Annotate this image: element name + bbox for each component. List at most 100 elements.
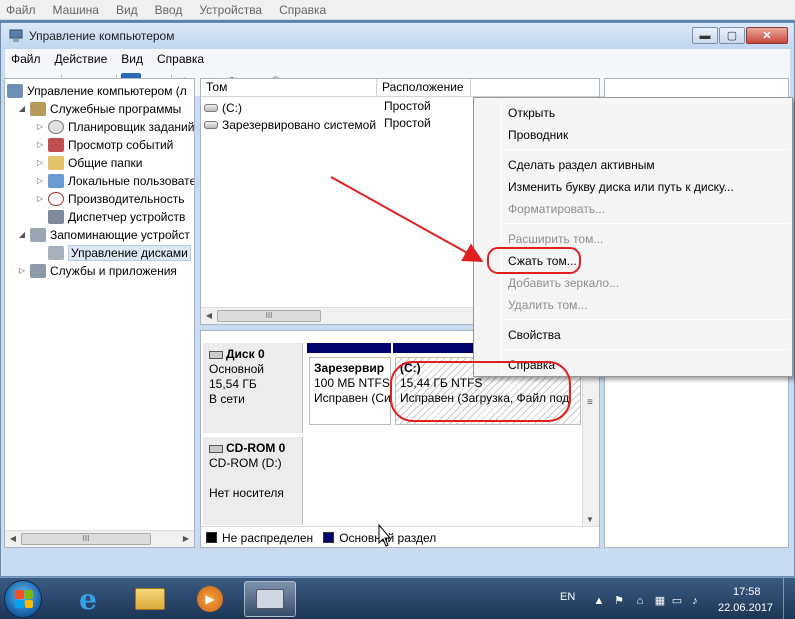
menu-file[interactable]: Файл xyxy=(11,52,41,66)
expand-arrow-icon[interactable]: ▷ xyxy=(35,176,45,185)
host-menu-machine[interactable]: Машина xyxy=(53,3,99,17)
menu-view[interactable]: Вид xyxy=(121,52,143,66)
context-menu: Открыть Проводник Сделать раздел активны… xyxy=(473,97,793,377)
action-center-flag-icon[interactable]: ⚑ xyxy=(613,595,625,607)
scroll-down-arrow-icon[interactable]: ▼ xyxy=(586,515,594,524)
device-manager-icon xyxy=(48,209,64,224)
expand-arrow-icon[interactable]: ▷ xyxy=(35,140,45,149)
legend-primary-swatch xyxy=(323,532,335,543)
taskbar-computer-management[interactable] xyxy=(244,581,296,617)
scroll-thumb[interactable]: III xyxy=(217,310,321,322)
start-button[interactable] xyxy=(4,580,42,618)
computer-icon xyxy=(7,83,23,98)
usb-device-icon[interactable]: ⌂ xyxy=(634,595,646,607)
collapse-arrow-icon[interactable]: ◢ xyxy=(17,104,27,113)
scroll-thumb[interactable]: III xyxy=(21,533,151,545)
scroll-left-arrow-icon[interactable]: ◀ xyxy=(7,533,19,545)
context-menu-separator xyxy=(504,349,790,350)
volume-list-header: Том Расположение xyxy=(201,79,599,97)
tree-item-device-manager[interactable]: Диспетчер устройств xyxy=(48,208,185,225)
title-bar[interactable]: Управление компьютером ▬ ▢ ✕ xyxy=(1,23,794,49)
context-menu-explorer[interactable]: Проводник xyxy=(508,125,568,145)
host-menu-input[interactable]: Ввод xyxy=(155,3,183,17)
column-header-volume[interactable]: Том xyxy=(201,79,377,97)
tree-item-disk-management[interactable]: Управление дисками xyxy=(48,244,191,261)
volume-row[interactable]: (C:) Простой xyxy=(201,99,469,116)
services-icon xyxy=(30,263,46,278)
tree-horizontal-scrollbar[interactable]: ◀ III ▶ xyxy=(5,530,194,547)
context-menu-mark-active[interactable]: Сделать раздел активным xyxy=(508,155,655,175)
taskbar-explorer[interactable] xyxy=(124,581,176,617)
host-menu-help[interactable]: Справка xyxy=(279,3,326,17)
tree-item-event-viewer[interactable]: ▷ Просмотр событий xyxy=(35,136,173,153)
media-player-icon: ▶ xyxy=(197,586,223,612)
taskbar-media-player[interactable]: ▶ xyxy=(184,581,236,617)
computer-management-icon xyxy=(256,589,284,609)
cdrom-0-label[interactable]: CD-ROM 0 CD-ROM (D:) Нет носителя xyxy=(203,437,303,525)
expand-arrow-icon[interactable]: ▷ xyxy=(17,266,27,275)
tree-item-storage[interactable]: ◢ Запоминающие устройст xyxy=(17,226,190,243)
folder-icon xyxy=(135,588,165,610)
expand-arrow-icon[interactable]: ▷ xyxy=(35,194,45,203)
column-header-layout[interactable]: Расположение xyxy=(377,79,471,97)
scroll-left-arrow-icon[interactable]: ◀ xyxy=(203,310,215,322)
context-menu-separator xyxy=(504,319,790,320)
partition-bar-reserved xyxy=(307,343,391,353)
menu-bar: Файл Действие Вид Справка xyxy=(5,49,790,69)
maximize-button[interactable]: ▢ xyxy=(719,27,745,44)
context-menu-properties[interactable]: Свойства xyxy=(508,325,561,345)
cdrom-icon xyxy=(209,444,223,453)
minimize-button[interactable]: ▬ xyxy=(692,27,718,44)
taskbar-internet-explorer[interactable]: e xyxy=(62,581,114,617)
partition-reserved[interactable]: Зарезервир 100 МБ NTFS Исправен (Си xyxy=(309,357,391,425)
taskbar: e ▶ EN ▲ ⚑ ⌂ ▦ ▭ ♪ 17:58 22.06.2017 xyxy=(0,577,795,619)
host-menu-devices[interactable]: Устройства xyxy=(199,3,262,17)
context-menu-open[interactable]: Открыть xyxy=(508,103,555,123)
menu-help[interactable]: Справка xyxy=(157,52,204,66)
disk-0-label[interactable]: Диск 0 Основной 15,54 ГБ В сети xyxy=(203,343,303,433)
clock-icon xyxy=(48,119,64,134)
tree-item-services-apps[interactable]: ▷ Службы и приложения xyxy=(17,262,177,279)
shared-folder-icon xyxy=(48,155,64,170)
display-icon[interactable]: ▭ xyxy=(671,595,683,607)
context-menu-format: Форматировать... xyxy=(508,202,606,216)
volume-row[interactable]: Зарезервировано системой Простой xyxy=(201,116,469,133)
performance-icon xyxy=(48,191,64,206)
scroll-grip-icon: ≡ xyxy=(587,397,593,408)
clock-date[interactable]: 22.06.2017 xyxy=(718,602,773,614)
expand-arrow-icon[interactable]: ▷ xyxy=(35,122,45,131)
context-menu-help[interactable]: Справка xyxy=(508,355,555,375)
disk-management-icon xyxy=(48,245,64,260)
context-menu-extend-volume: Расширить том... xyxy=(508,232,604,246)
menu-action[interactable]: Действие xyxy=(55,52,108,66)
disk-legend: Не распределен Основной раздел xyxy=(201,526,599,547)
context-menu-change-letter[interactable]: Изменить букву диска или путь к диску... xyxy=(508,177,734,197)
context-menu-add-mirror: Добавить зеркало... xyxy=(508,276,620,290)
expand-arrow-icon[interactable]: ▷ xyxy=(35,158,45,167)
network-icon[interactable]: ▦ xyxy=(654,595,666,607)
storage-icon xyxy=(30,227,46,242)
show-hidden-icons-arrow-icon[interactable]: ▲ xyxy=(593,595,605,607)
host-menu-bar: Файл Машина Вид Ввод Устройства Справка xyxy=(0,0,795,20)
host-menu-file[interactable]: Файл xyxy=(6,3,36,17)
language-indicator[interactable]: EN xyxy=(560,591,575,603)
context-menu-gutter xyxy=(501,100,502,374)
scroll-right-arrow-icon[interactable]: ▶ xyxy=(180,533,192,545)
tree-item-task-scheduler[interactable]: ▷ Планировщик заданий xyxy=(35,118,194,135)
tree-item-shared-folders[interactable]: ▷ Общие папки xyxy=(35,154,142,171)
close-button[interactable]: ✕ xyxy=(746,27,788,44)
tree-item-performance[interactable]: ▷ Производительность xyxy=(35,190,184,207)
tree-item-local-users[interactable]: ▷ Локальные пользовате xyxy=(35,172,194,189)
volume-icon[interactable]: ♪ xyxy=(689,595,701,607)
context-menu-shrink-volume[interactable]: Сжать том... xyxy=(508,251,577,271)
legend-unallocated-swatch xyxy=(206,532,217,543)
hard-disk-icon xyxy=(209,350,223,359)
collapse-arrow-icon[interactable]: ◢ xyxy=(17,230,27,239)
tree-item-system-tools[interactable]: ◢ Служебные программы xyxy=(17,100,181,117)
host-menu-view[interactable]: Вид xyxy=(116,3,138,17)
tree-item-root[interactable]: Управление компьютером (л xyxy=(7,82,187,99)
disk-map-vertical-scrollbar[interactable]: ≡ ▼ xyxy=(582,351,599,526)
clock-time[interactable]: 17:58 xyxy=(733,586,761,598)
drive-icon xyxy=(204,120,218,129)
show-desktop-button[interactable] xyxy=(783,578,795,619)
